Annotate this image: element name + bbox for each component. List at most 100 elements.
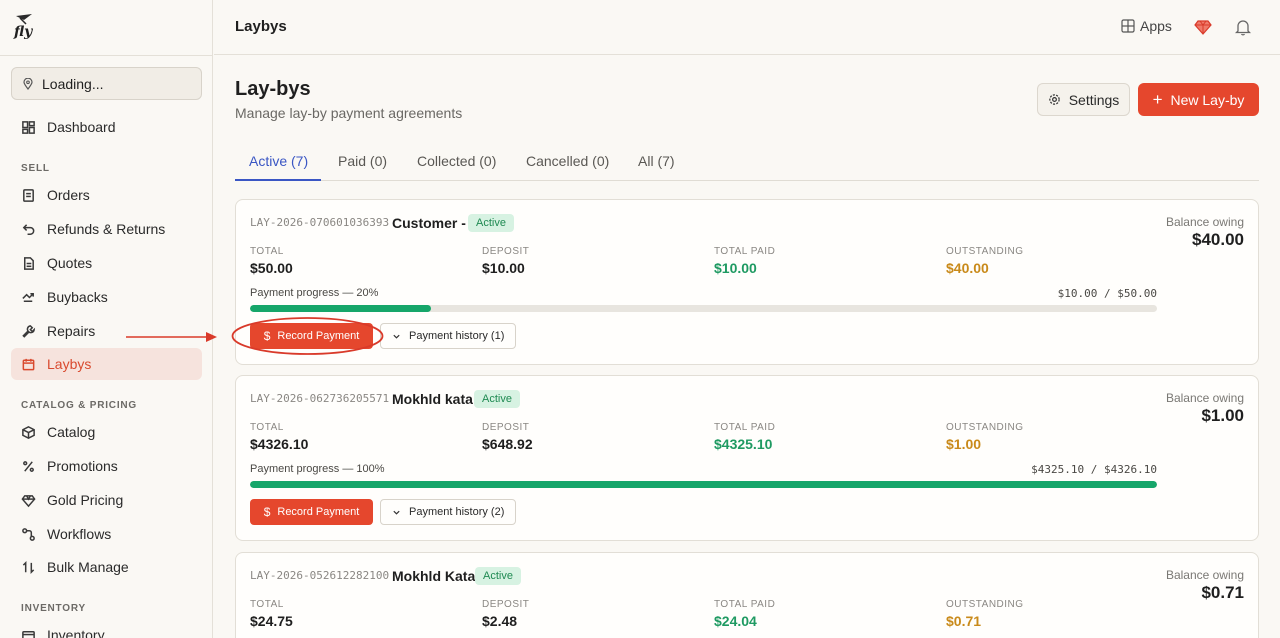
total-value: $4326.10 xyxy=(250,436,309,452)
sidebar-item-label: Orders xyxy=(47,187,90,203)
sidebar-item-bulk-manage[interactable]: Bulk Manage xyxy=(11,551,202,583)
new-layby-button[interactable]: + New Lay-by xyxy=(1138,83,1259,116)
sidebar-item-quotes[interactable]: Quotes xyxy=(11,247,202,279)
tab-all[interactable]: All (7) xyxy=(638,153,675,169)
sidebar-item-gold-pricing[interactable]: Gold Pricing xyxy=(11,484,202,516)
progress-fill xyxy=(250,305,432,312)
sidebar-item-label: Workflows xyxy=(47,526,112,542)
logo-text: fly xyxy=(14,24,33,40)
outstanding-value: $0.71 xyxy=(946,613,982,629)
total-paid-label: TOTAL PAID xyxy=(714,422,776,433)
balance-owing-label: Balance owing xyxy=(1165,568,1244,582)
annotation-ellipse xyxy=(231,317,384,355)
deposit-value: $648.92 xyxy=(482,436,533,452)
progress-label: Payment progress — 100% xyxy=(250,463,385,475)
deposit-value: $10.00 xyxy=(482,260,525,276)
total-paid-label: TOTAL PAID xyxy=(714,599,776,610)
status-badge: Active xyxy=(474,390,520,408)
outstanding-label: OUTSTANDING xyxy=(946,246,1024,257)
total-value: $50.00 xyxy=(250,260,293,276)
section-catalog: CATALOG & PRICING xyxy=(21,400,138,411)
sidebar-item-promotions[interactable]: Promotions xyxy=(11,450,202,482)
sidebar-item-label: Laybys xyxy=(47,356,92,372)
inventory-icon xyxy=(22,630,35,638)
annotation-arrow xyxy=(126,332,217,342)
grid-icon xyxy=(1121,19,1135,33)
calendar-icon xyxy=(22,358,35,370)
sidebar-item-orders[interactable]: Orders xyxy=(11,179,202,211)
wrench-icon xyxy=(22,324,36,338)
balance-owing-value: $40.00 xyxy=(1192,230,1244,249)
topbar: Laybys Apps xyxy=(214,0,1280,55)
outstanding-label: OUTSTANDING xyxy=(946,422,1024,433)
section-inventory: INVENTORY xyxy=(21,603,86,614)
tab-active[interactable]: Active (7) xyxy=(249,153,308,169)
payment-history-label: Payment history (2) xyxy=(409,506,505,518)
payment-history-button[interactable]: Payment history (2) xyxy=(380,499,517,525)
progress-bar xyxy=(250,305,1157,312)
total-paid-value: $4325.10 xyxy=(714,436,773,452)
percent-icon xyxy=(23,460,34,472)
payment-history-button[interactable]: Payment history (1) xyxy=(380,323,517,349)
customer-name: Mokhld Kata xyxy=(392,568,476,584)
apps-button[interactable]: Apps xyxy=(1121,18,1172,34)
sidebar-item-refunds[interactable]: Refunds & Returns xyxy=(11,213,202,245)
total-label: TOTAL xyxy=(250,422,284,433)
sidebar-item-label: Promotions xyxy=(47,458,118,474)
sidebar-item-dashboard[interactable]: Dashboard xyxy=(11,111,202,143)
gear-icon xyxy=(1048,94,1060,105)
total-label: TOTAL xyxy=(250,246,284,257)
dashboard-icon xyxy=(22,120,35,134)
box-icon xyxy=(22,425,35,439)
deposit-label: DEPOSIT xyxy=(482,599,530,610)
page-subtitle: Manage lay-by payment agreements xyxy=(235,105,463,121)
sidebar-item-buybacks[interactable]: Buybacks xyxy=(11,281,202,313)
sidebar: fly Loading... Dashboard SELL Orders Ref… xyxy=(0,0,213,638)
sidebar-item-label: Dashboard xyxy=(47,119,116,135)
buybacks-icon xyxy=(22,292,34,302)
deposit-value: $2.48 xyxy=(482,613,518,629)
sidebar-item-label: Inventory xyxy=(47,627,105,638)
tab-collected[interactable]: Collected (0) xyxy=(417,153,496,169)
total-value: $24.75 xyxy=(250,613,293,629)
balance-owing-label: Balance owing xyxy=(1165,391,1244,405)
sidebar-item-workflows[interactable]: Workflows xyxy=(11,518,202,550)
tab-cancelled[interactable]: Cancelled (0) xyxy=(526,153,609,169)
customer-name: Mokhld kata xyxy=(392,391,473,407)
sidebar-item-label: Gold Pricing xyxy=(47,492,124,508)
chevron-down-icon xyxy=(393,510,400,515)
tab-paid[interactable]: Paid (0) xyxy=(338,153,387,169)
record-payment-label: Record Payment xyxy=(277,506,360,518)
plus-icon: + xyxy=(1152,90,1163,109)
status-tabs: Active (7) Paid (0) Collected (0) Cancel… xyxy=(235,141,1259,181)
page-title: Lay-bys xyxy=(235,78,311,100)
record-payment-button[interactable]: $ Record Payment xyxy=(250,499,373,525)
status-badge: Active xyxy=(468,214,514,232)
sidebar-item-catalog[interactable]: Catalog xyxy=(11,416,202,448)
location-label: Loading... xyxy=(42,75,104,92)
sidebar-item-label: Repairs xyxy=(47,323,96,339)
deposit-label: DEPOSIT xyxy=(482,422,530,433)
bell-icon[interactable] xyxy=(1235,18,1251,36)
ruby-icon[interactable] xyxy=(1194,18,1212,36)
payment-history-label: Payment history (1) xyxy=(409,330,505,342)
progress-bar xyxy=(250,481,1157,488)
location-pin-icon xyxy=(23,77,33,90)
sidebar-item-inventory[interactable]: Inventory xyxy=(11,619,202,638)
sort-icon xyxy=(22,560,35,574)
apps-label: Apps xyxy=(1140,18,1172,34)
outstanding-value: $40.00 xyxy=(946,260,989,276)
topbar-title: Laybys xyxy=(235,18,287,35)
total-paid-value: $10.00 xyxy=(714,260,757,276)
sidebar-item-label: Catalog xyxy=(47,424,96,440)
sidebar-item-label: Refunds & Returns xyxy=(47,221,166,237)
workflow-icon xyxy=(22,527,35,541)
sidebar-item-laybys[interactable]: Laybys xyxy=(11,348,202,380)
sidebar-item-label: Quotes xyxy=(47,255,93,271)
gem-icon xyxy=(21,494,36,507)
balance-owing-value: $1.00 xyxy=(1201,406,1244,425)
layby-reference: LAY-2026-062736205571 xyxy=(250,392,390,405)
settings-button[interactable]: Settings xyxy=(1037,83,1130,116)
deposit-label: DEPOSIT xyxy=(482,246,530,257)
location-selector[interactable]: Loading... xyxy=(11,67,202,100)
